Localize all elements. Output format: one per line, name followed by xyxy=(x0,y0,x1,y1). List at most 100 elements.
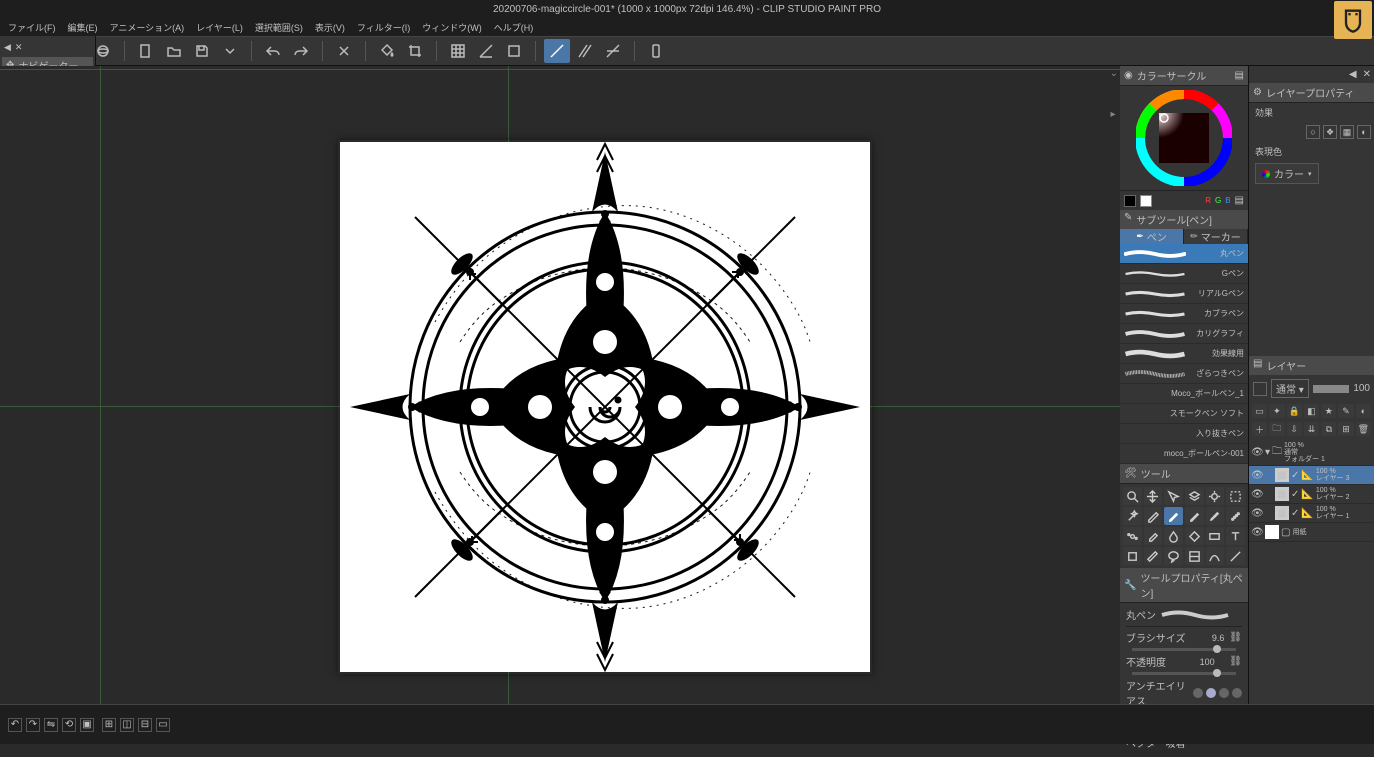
fill-tool-icon[interactable] xyxy=(1185,527,1204,545)
aa-toggles[interactable] xyxy=(1193,688,1242,698)
transfer-icon[interactable]: ⇩ xyxy=(1287,422,1302,436)
menu-animation[interactable]: アニメーション(A) xyxy=(106,19,189,36)
mask-icon[interactable]: ◐ xyxy=(1356,404,1371,418)
layer-panel-header[interactable]: ▤ レイヤー xyxy=(1249,356,1374,375)
status-fit-icon[interactable]: ▣ xyxy=(80,718,94,732)
subtool-panel-header[interactable]: ✎ サブツール[ペン] xyxy=(1120,210,1248,229)
brush-item[interactable]: Moco_ボールペン_1 xyxy=(1120,384,1248,404)
operation-tool-icon[interactable] xyxy=(1164,487,1183,505)
menu-window[interactable]: ウィンドウ(W) xyxy=(418,19,486,36)
eye-icon[interactable]: 👁 xyxy=(1251,470,1263,481)
status-snap1-icon[interactable]: ⊞ xyxy=(102,718,116,732)
move-tool-icon[interactable] xyxy=(1144,487,1163,505)
layerprop-header[interactable]: ⚙ レイヤープロパティ xyxy=(1249,83,1374,103)
layer-row[interactable]: 👁 ▾ 🗀 100 %通常フォルダー 1 xyxy=(1249,440,1374,466)
fg-swatch[interactable] xyxy=(1124,195,1136,207)
new-folder-icon[interactable]: 🗀 xyxy=(1269,422,1284,436)
brush-item[interactable]: 効果線用 xyxy=(1120,344,1248,364)
new-layer-icon[interactable]: ＋ xyxy=(1252,422,1267,436)
dock-collapse-icon[interactable]: ◀ xyxy=(4,42,11,53)
status-flip-icon[interactable]: ⇋ xyxy=(44,718,58,732)
snap-rect-icon[interactable] xyxy=(501,39,527,63)
dock-collapse2-icon[interactable]: ◀ xyxy=(1349,69,1357,80)
color-wheel[interactable] xyxy=(1136,90,1232,186)
menu-edit[interactable]: 編集(E) xyxy=(64,19,102,36)
brush-item[interactable]: スモークペン ソフト xyxy=(1120,404,1248,424)
undo-icon[interactable] xyxy=(260,39,286,63)
eye-icon[interactable]: 👁 xyxy=(1251,489,1263,500)
layer-row[interactable]: 👁 ▦ ✓ 📐 100 %レイヤー 3 xyxy=(1249,466,1374,485)
tab-marker[interactable]: ✏ マーカー xyxy=(1184,229,1248,244)
eye-icon[interactable]: 👁 xyxy=(1251,508,1263,519)
dup-icon[interactable]: ⊞ xyxy=(1338,422,1353,436)
fx-tone-icon[interactable]: ❖ xyxy=(1323,125,1337,139)
dock-close-icon[interactable]: ✕ xyxy=(15,42,23,53)
pen-tool-icon[interactable] xyxy=(1164,507,1183,525)
delete-icon[interactable] xyxy=(331,39,357,63)
menu-view[interactable]: 表示(V) xyxy=(311,19,349,36)
fx-border-icon[interactable]: ○ xyxy=(1306,125,1320,139)
ruler-tool-icon[interactable] xyxy=(1144,547,1163,565)
layer-row[interactable]: 👁 ▦ ✓ 📐 100 %レイヤー 2 xyxy=(1249,485,1374,504)
status-rotate-right-icon[interactable]: ↷ xyxy=(26,718,40,732)
balloon-tool-icon[interactable] xyxy=(1164,547,1183,565)
blend-select[interactable]: 通常 ▾ xyxy=(1271,379,1309,398)
status-snap3-icon[interactable]: ⊟ xyxy=(138,718,152,732)
text-tool-icon[interactable] xyxy=(1226,527,1245,545)
merge-icon[interactable]: ⇊ xyxy=(1304,422,1319,436)
eraser-tool-icon[interactable] xyxy=(1144,527,1163,545)
toolprop-panel-header[interactable]: 🔧 ツールプロパティ[丸ペン] xyxy=(1120,568,1248,603)
lock-alpha-icon[interactable]: ▭ xyxy=(1252,404,1267,418)
snap-special-icon[interactable] xyxy=(572,39,598,63)
save-icon[interactable] xyxy=(189,39,215,63)
link-icon[interactable]: ⛓ xyxy=(1229,632,1242,643)
deco-tool-icon[interactable] xyxy=(1123,527,1142,545)
opacity-slider[interactable] xyxy=(1132,672,1236,675)
menu-file[interactable]: ファイル(F) xyxy=(4,19,60,36)
brush-item[interactable]: 入り抜きペン xyxy=(1120,424,1248,444)
brush-item[interactable]: ざらつきペン xyxy=(1120,364,1248,384)
menu-help[interactable]: ヘルプ(H) xyxy=(490,19,538,36)
tab-pen[interactable]: ✒ ペン xyxy=(1120,229,1184,244)
menu-filter[interactable]: フィルター(I) xyxy=(353,19,414,36)
del-layer-icon[interactable]: 🗑 xyxy=(1356,422,1371,436)
link2-icon[interactable]: ⛓ xyxy=(1229,656,1242,667)
wand-tool-icon[interactable] xyxy=(1123,507,1142,525)
new-icon[interactable] xyxy=(133,39,159,63)
snap-grid-icon[interactable] xyxy=(445,39,471,63)
dock-toggle-icon[interactable]: ▸ xyxy=(1106,106,1120,122)
folder-toggle-icon[interactable]: ▾ xyxy=(1265,447,1270,458)
combine-icon[interactable]: ⧉ xyxy=(1321,422,1336,436)
snap-angle-icon[interactable] xyxy=(473,39,499,63)
canvas-document[interactable] xyxy=(340,142,870,672)
layer-move-icon[interactable] xyxy=(1185,487,1204,505)
brushsize-slider[interactable] xyxy=(1132,648,1236,651)
layer-opacity-value[interactable]: 100 xyxy=(1353,383,1370,394)
layer-row[interactable]: 👁 ▢ 用紙 xyxy=(1249,523,1374,542)
line-tool-icon[interactable] xyxy=(1226,547,1245,565)
pencil-tool-icon[interactable] xyxy=(1185,507,1204,525)
smartphone-icon[interactable] xyxy=(643,39,669,63)
draft-icon[interactable]: ✎ xyxy=(1338,404,1353,418)
status-snap2-icon[interactable]: ◫ xyxy=(120,718,134,732)
gradient-tool-icon[interactable] xyxy=(1206,527,1225,545)
layer-row[interactable]: 👁 ▦ ✓ 📐 100 %レイヤー 1 xyxy=(1249,504,1374,523)
snap-ruler-icon[interactable] xyxy=(544,39,570,63)
brush-item[interactable]: リアルGペン xyxy=(1120,284,1248,304)
figure-tool-icon[interactable] xyxy=(1123,547,1142,565)
menu-select[interactable]: 選択範囲(S) xyxy=(251,19,307,36)
lock-icon[interactable]: 🔒 xyxy=(1287,404,1302,418)
canvas-area[interactable]: ⌄ xyxy=(0,66,1120,744)
crop-icon[interactable] xyxy=(402,39,428,63)
snap-perspective-icon[interactable] xyxy=(600,39,626,63)
status-snap4-icon[interactable]: ▭ xyxy=(156,718,170,732)
eye-icon[interactable]: 👁 xyxy=(1251,527,1263,538)
brush-item[interactable]: 丸ペン xyxy=(1120,244,1248,264)
fx-extract-icon[interactable]: ◐ xyxy=(1357,125,1371,139)
brush-item[interactable]: moco_ボールペン-001 xyxy=(1120,444,1248,464)
eye-icon[interactable]: 👁 xyxy=(1251,447,1263,458)
layer-opacity-slider[interactable] xyxy=(1313,385,1350,393)
blend-tool-icon[interactable] xyxy=(1164,527,1183,545)
open-icon[interactable] xyxy=(161,39,187,63)
airbrush-icon[interactable] xyxy=(1226,507,1245,525)
